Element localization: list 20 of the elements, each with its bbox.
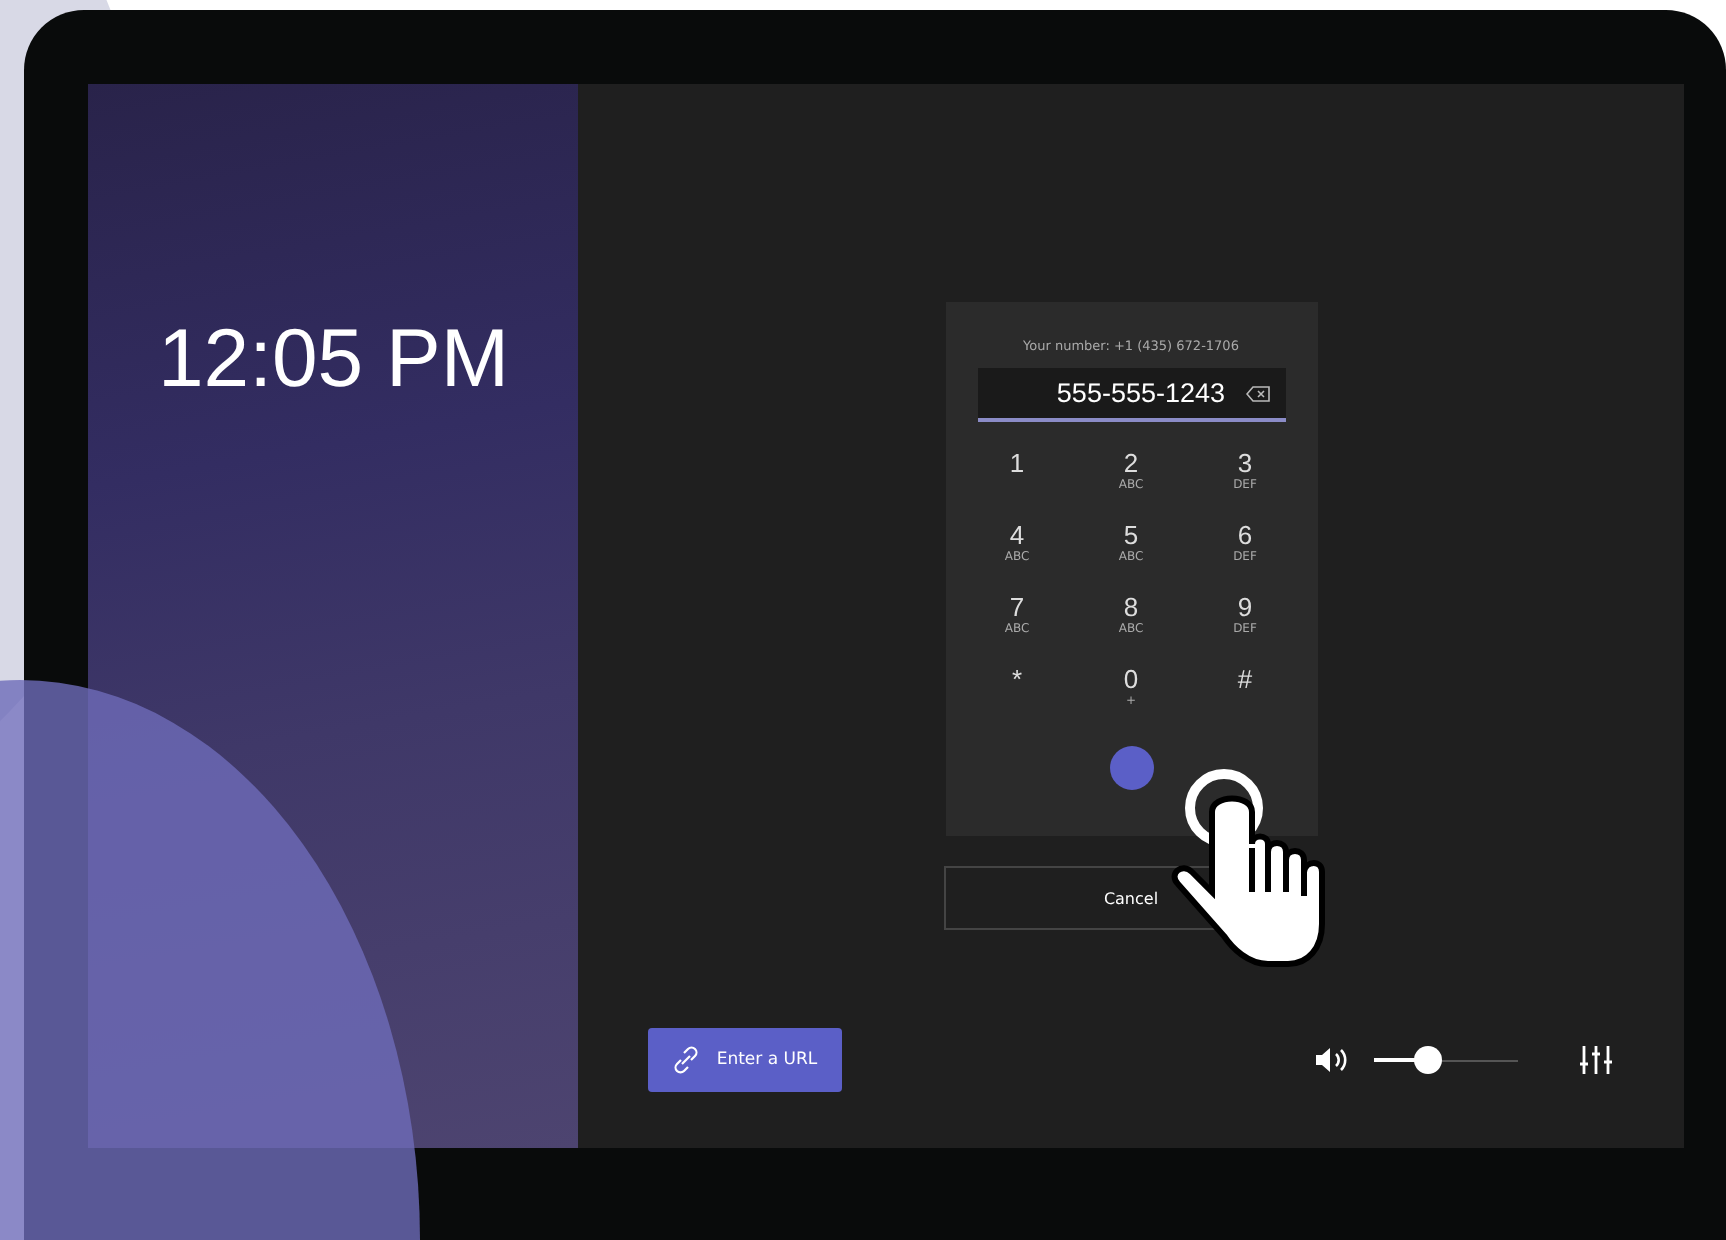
dial-key[interactable]: * — [1011, 664, 1023, 694]
phone-number-field[interactable]: 555-555-1243 — [977, 368, 1285, 422]
dial-key[interactable]: 9 — [1237, 592, 1253, 622]
dial-key[interactable]: 8 — [1123, 592, 1139, 622]
dial-key[interactable]: # — [1237, 664, 1253, 694]
backspace-icon[interactable] — [1245, 385, 1269, 401]
clock-time: 12:05 PM — [158, 312, 509, 406]
dial-key[interactable]: 6 — [1237, 520, 1253, 550]
dial-key[interactable]: 5 — [1123, 520, 1139, 550]
dial-key[interactable]: 1 — [1009, 448, 1025, 478]
equalizer-icon[interactable] — [1578, 1044, 1614, 1076]
speaker-icon[interactable] — [1314, 1046, 1350, 1074]
dial-key[interactable]: 2 — [1123, 448, 1139, 478]
call-button[interactable] — [1109, 746, 1153, 790]
enter-url-button[interactable]: Enter a URL — [648, 1028, 842, 1092]
dial-key[interactable]: 0 — [1123, 664, 1139, 694]
dial-key[interactable]: 4 — [1009, 520, 1025, 550]
link-icon — [672, 1046, 701, 1074]
dial-key[interactable]: 3 — [1237, 448, 1253, 478]
dial-key[interactable]: 7 — [1009, 592, 1025, 622]
